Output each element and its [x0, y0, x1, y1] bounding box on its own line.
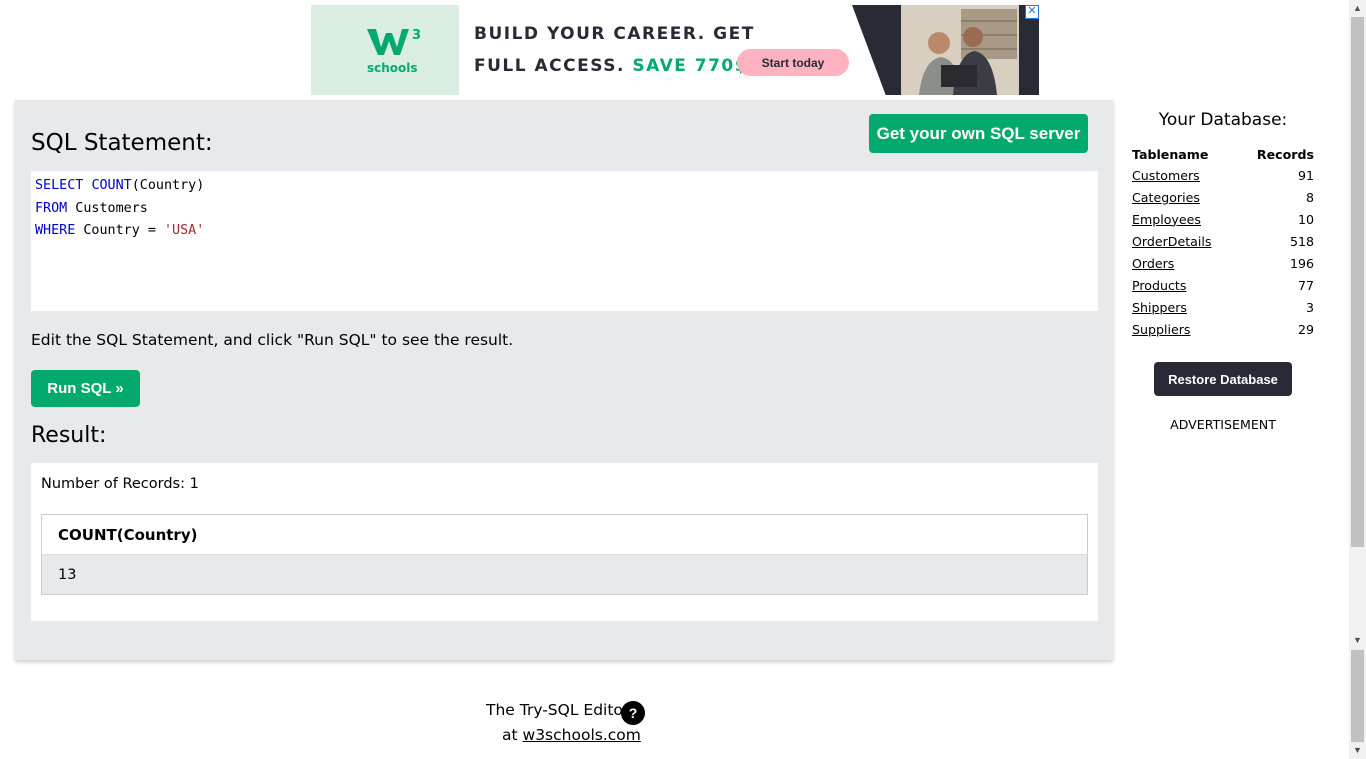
code-line-1: SELECT COUNT(Country): [35, 178, 204, 193]
sql-keyword: FROM: [35, 201, 68, 216]
table-link-orderdetails[interactable]: OrderDetails: [1132, 234, 1211, 249]
ad-logo-superscript: 3: [412, 28, 421, 43]
lower-scroll-thumb[interactable]: [1351, 650, 1364, 742]
column-header: COUNT(Country): [41, 514, 1088, 555]
sql-keyword: WHERE: [35, 223, 76, 238]
ad-headline-prefix: FULL ACCESS.: [474, 56, 625, 76]
record-count: 3: [1305, 299, 1314, 315]
footer-link-line: at w3schools.com: [502, 726, 641, 744]
database-tables-list: Tablename Records Customers 91 Categories…: [1131, 144, 1315, 340]
record-count: 29: [1297, 321, 1314, 337]
w3schools-logo-icon: 3: [367, 28, 421, 55]
your-database-title: Your Database:: [1158, 110, 1288, 130]
ad-headline-2: FULL ACCESS. SAVE 770$: [474, 56, 748, 76]
sql-function: COUNT: [91, 178, 132, 193]
db-row: OrderDetails 518: [1131, 230, 1315, 252]
table-link-customers[interactable]: Customers: [1132, 168, 1200, 183]
tablename-header: Tablename: [1132, 146, 1209, 162]
ad-close-icon[interactable]: ✕: [1025, 5, 1039, 19]
scroll-bottom-arrow-icon[interactable]: ▼: [1349, 742, 1366, 759]
db-row: Shippers 3: [1131, 296, 1315, 318]
sql-code-editor[interactable]: SELECT COUNT(Country) FROM Customers WHE…: [31, 171, 1098, 311]
ad-banner[interactable]: 3 schools BUILD YOUR CAREER. GET FULL AC…: [311, 5, 1039, 95]
record-count: 77: [1297, 277, 1314, 293]
code-line-2: FROM Customers: [35, 201, 148, 216]
footer-at: at: [502, 726, 518, 744]
record-count: 10: [1297, 211, 1314, 227]
db-row: Customers 91: [1131, 164, 1315, 186]
sql-text: Customers: [67, 201, 148, 216]
sql-statement-heading: SQL Statement:: [31, 130, 213, 156]
instruction-text: Edit the SQL Statement, and click "Run S…: [31, 331, 514, 349]
records-count: Number of Records: 1: [41, 476, 199, 492]
help-icon[interactable]: ?: [621, 701, 645, 725]
scroll-up-arrow-icon[interactable]: ▲: [1349, 0, 1366, 17]
run-sql-button[interactable]: Run SQL »: [31, 370, 140, 407]
sql-editor-panel: SQL Statement: Get your own SQL server S…: [15, 100, 1113, 660]
table-row: 13: [41, 554, 1088, 595]
table-header-row: COUNT(Country): [41, 514, 1088, 555]
table-link-suppliers[interactable]: Suppliers: [1132, 322, 1190, 337]
page-scrollbar[interactable]: ▲ ▼ ▼: [1349, 0, 1366, 759]
ad-photo-image: [901, 5, 1019, 95]
table-link-products[interactable]: Products: [1132, 278, 1186, 293]
record-count: 518: [1289, 233, 1314, 249]
sql-text: (Country): [131, 178, 205, 193]
sql-keyword: SELECT: [35, 178, 84, 193]
record-count: 8: [1305, 189, 1314, 205]
ad-headline-highlight: SAVE 770$: [632, 56, 749, 76]
scroll-thumb[interactable]: [1351, 17, 1364, 547]
scroll-down-arrow-icon[interactable]: ▼: [1349, 632, 1366, 649]
db-row: Suppliers 29: [1131, 318, 1315, 340]
ad-people-image-icon: [901, 5, 1019, 95]
ad-headline-1: BUILD YOUR CAREER. GET: [474, 24, 755, 44]
result-heading: Result:: [31, 423, 107, 448]
sql-text: Country =: [75, 223, 164, 238]
table-link-categories[interactable]: Categories: [1132, 190, 1200, 205]
records-header: Records: [1256, 146, 1314, 162]
db-row: Products 77: [1131, 274, 1315, 296]
restore-database-button[interactable]: Restore Database: [1154, 362, 1292, 396]
advertisement-label: ADVERTISEMENT: [1170, 417, 1276, 432]
sql-string: 'USA': [164, 223, 205, 238]
ad-logo-text: schools: [367, 61, 418, 75]
db-row: Employees 10: [1131, 208, 1315, 230]
table-link-shippers[interactable]: Shippers: [1132, 300, 1187, 315]
table-link-orders[interactable]: Orders: [1132, 256, 1174, 271]
ad-start-today-button[interactable]: Start today: [737, 49, 849, 76]
table-link-employees[interactable]: Employees: [1132, 212, 1201, 227]
db-row: Categories 8: [1131, 186, 1315, 208]
result-table: COUNT(Country) 13: [41, 514, 1088, 595]
db-row: Orders 196: [1131, 252, 1315, 274]
w3schools-link[interactable]: w3schools.com: [523, 726, 641, 744]
footer-title: The Try-SQL Editor: [486, 701, 630, 719]
table-cell: 13: [41, 554, 1088, 595]
get-own-sql-server-button[interactable]: Get your own SQL server: [869, 114, 1088, 153]
code-line-3: WHERE Country = 'USA': [35, 223, 204, 238]
record-count: 91: [1297, 167, 1314, 183]
result-container: Number of Records: 1 COUNT(Country) 13: [31, 463, 1098, 621]
db-header-row: Tablename Records: [1131, 144, 1315, 164]
record-count: 196: [1289, 255, 1314, 271]
